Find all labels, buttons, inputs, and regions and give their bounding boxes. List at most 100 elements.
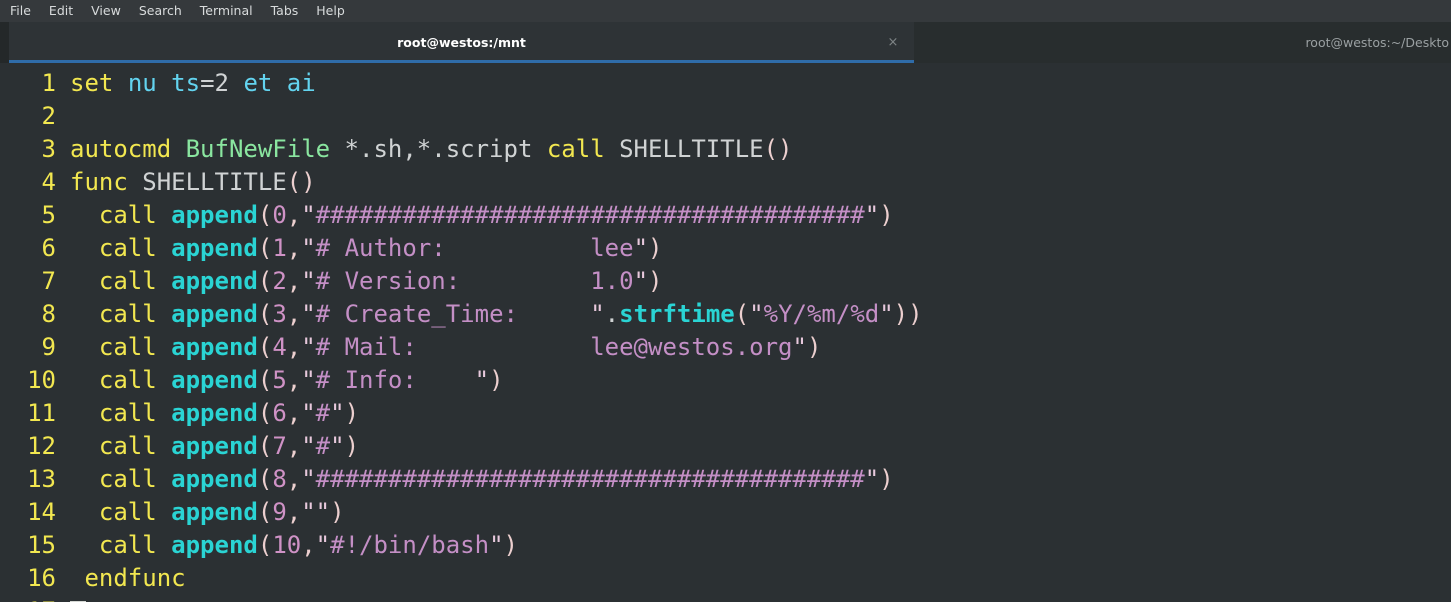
code-token: append bbox=[171, 399, 258, 427]
code-token: append bbox=[171, 465, 258, 493]
line-content: call append(5,"# Info: ") bbox=[56, 364, 504, 397]
code-token: " bbox=[865, 201, 879, 229]
close-icon[interactable]: × bbox=[885, 35, 901, 51]
line-content bbox=[56, 100, 70, 133]
code-line: 2 bbox=[0, 100, 1451, 133]
line-content: call append(0,"#########################… bbox=[56, 199, 894, 232]
code-line: 17 bbox=[0, 595, 1451, 602]
line-content bbox=[56, 595, 86, 602]
code-token: " bbox=[301, 234, 315, 262]
code-line: 5 call append(0,"#######################… bbox=[0, 199, 1451, 232]
code-token: 8 bbox=[272, 465, 286, 493]
code-token bbox=[70, 333, 99, 361]
code-token: call bbox=[99, 267, 157, 295]
menu-item-view[interactable]: View bbox=[91, 0, 130, 22]
code-token: call bbox=[99, 531, 157, 559]
code-token: ( bbox=[258, 465, 272, 493]
line-content: call append(6,"#") bbox=[56, 397, 359, 430]
menu-item-search[interactable]: Search bbox=[139, 0, 191, 22]
code-token: " bbox=[301, 399, 315, 427]
code-token: 5 bbox=[272, 366, 286, 394]
line-number: 12 bbox=[0, 430, 56, 463]
code-token: 2 bbox=[272, 267, 286, 295]
code-token: func bbox=[70, 168, 128, 196]
tab-root-westos-desktop[interactable]: root@westos:~/Deskto bbox=[914, 22, 1451, 63]
terminal-viewport[interactable]: 1set nu ts=2 et ai23autocmd BufNewFile *… bbox=[0, 63, 1451, 602]
code-token: , bbox=[287, 234, 301, 262]
menu-item-file[interactable]: File bbox=[10, 0, 40, 22]
code-token: # Version: 1.0 bbox=[316, 267, 634, 295]
code-token: ) bbox=[489, 366, 503, 394]
code-token bbox=[157, 399, 171, 427]
tab-title-active: root@westos:/mnt bbox=[397, 35, 526, 50]
code-token: append bbox=[171, 234, 258, 262]
code-token: " bbox=[634, 267, 648, 295]
menu-item-help[interactable]: Help bbox=[316, 0, 354, 22]
code-token: " bbox=[301, 267, 315, 295]
line-content: call append(8,"#########################… bbox=[56, 463, 894, 496]
line-content: call append(7,"#") bbox=[56, 430, 359, 463]
menu-item-terminal[interactable]: Terminal bbox=[200, 0, 262, 22]
code-token: , bbox=[287, 333, 301, 361]
line-content: call append(4,"# Mail: lee@westos.org") bbox=[56, 331, 821, 364]
code-token: %Y/%m/%d bbox=[764, 300, 880, 328]
code-token: , bbox=[287, 366, 301, 394]
code-line: 11 call append(6,"#") bbox=[0, 397, 1451, 430]
code-line: 7 call append(2,"# Version: 1.0") bbox=[0, 265, 1451, 298]
line-number: 14 bbox=[0, 496, 56, 529]
code-token: ( bbox=[258, 267, 272, 295]
line-number: 17 bbox=[0, 595, 56, 602]
code-token bbox=[157, 465, 171, 493]
code-line: 14 call append(9,"") bbox=[0, 496, 1451, 529]
code-token: . bbox=[605, 300, 619, 328]
code-token: BufNewFile bbox=[186, 135, 331, 163]
code-line: 12 call append(7,"#") bbox=[0, 430, 1451, 463]
code-token: ( bbox=[258, 234, 272, 262]
line-content: set nu ts=2 et ai bbox=[56, 67, 316, 100]
code-token: ( bbox=[258, 399, 272, 427]
line-number: 16 bbox=[0, 562, 56, 595]
code-token: " bbox=[590, 300, 604, 328]
code-token: strftime bbox=[619, 300, 735, 328]
code-token: " bbox=[475, 366, 489, 394]
tab-root-westos-mnt[interactable]: root@westos:/mnt × bbox=[9, 22, 914, 63]
code-token: ( bbox=[735, 300, 749, 328]
code-token: SHELLTITLE bbox=[605, 135, 764, 163]
line-number: 4 bbox=[0, 166, 56, 199]
menu-bar: File Edit View Search Terminal Tabs Help bbox=[0, 0, 1451, 22]
code-token: call bbox=[99, 465, 157, 493]
menu-item-tabs[interactable]: Tabs bbox=[271, 0, 308, 22]
code-token: 3 bbox=[272, 300, 286, 328]
code-token: call bbox=[99, 366, 157, 394]
code-token: call bbox=[99, 234, 157, 262]
line-content: call append(10,"#!/bin/bash") bbox=[56, 529, 518, 562]
code-token: ( bbox=[258, 498, 272, 526]
line-number: 7 bbox=[0, 265, 56, 298]
active-tab-indicator bbox=[9, 60, 914, 63]
code-token: 7 bbox=[272, 432, 286, 460]
code-token bbox=[70, 465, 99, 493]
line-number: 3 bbox=[0, 133, 56, 166]
code-token: " bbox=[749, 300, 763, 328]
code-token bbox=[70, 300, 99, 328]
code-token: () bbox=[764, 135, 793, 163]
code-token: set bbox=[70, 69, 113, 97]
line-content: call append(9,"") bbox=[56, 496, 345, 529]
menu-item-edit[interactable]: Edit bbox=[49, 0, 82, 22]
code-line: 8 call append(3,"# Create_Time: ".strfti… bbox=[0, 298, 1451, 331]
code-token: " bbox=[634, 234, 648, 262]
code-token: SHELLTITLE bbox=[128, 168, 287, 196]
code-token: # Create_Time: bbox=[316, 300, 591, 328]
code-token: 9 bbox=[272, 498, 286, 526]
code-token bbox=[70, 564, 84, 592]
code-token: " bbox=[330, 399, 344, 427]
code-token: 4 bbox=[272, 333, 286, 361]
code-token: , bbox=[287, 432, 301, 460]
code-token: *.sh,*.script bbox=[330, 135, 547, 163]
code-token: append bbox=[171, 333, 258, 361]
code-token: " bbox=[793, 333, 807, 361]
code-token: autocmd bbox=[70, 135, 171, 163]
line-content: call append(1,"# Author: lee") bbox=[56, 232, 662, 265]
vim-buffer[interactable]: 1set nu ts=2 et ai23autocmd BufNewFile *… bbox=[0, 67, 1451, 602]
code-token bbox=[229, 69, 243, 97]
